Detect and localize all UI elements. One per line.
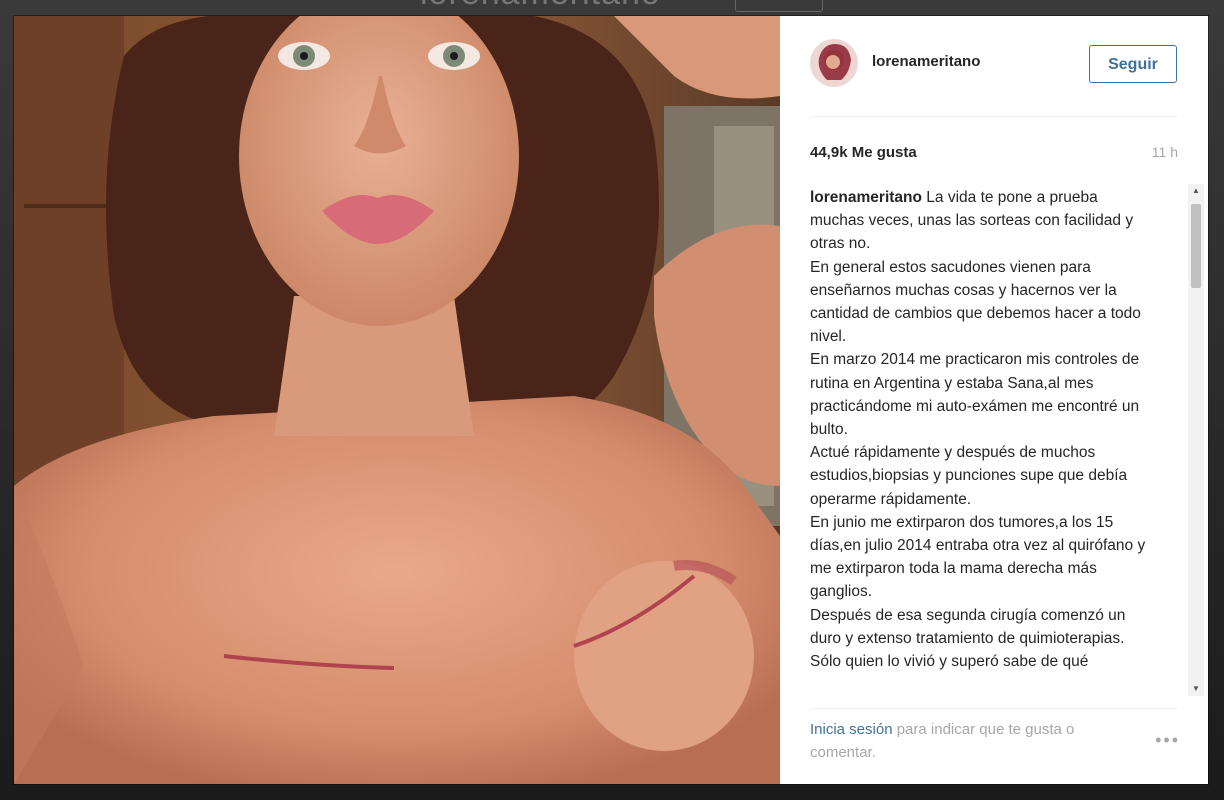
caption-line: Actué rápidamente y después de muchos es… [810,444,1128,508]
post-username[interactable]: lorenameritano [872,53,980,70]
post-header: lorenameritano Seguir [780,16,1208,112]
caption-line: lorenameritano La vida te pone a prueba … [810,186,1150,256]
background-button [735,0,823,12]
follow-button[interactable]: Seguir [1089,45,1177,83]
caption-scrollbar[interactable]: ▲ ▼ [1188,184,1204,696]
photo-image [14,16,780,784]
scroll-down-arrow-icon[interactable]: ▼ [1188,682,1204,696]
caption-text: lorenameritano La vida te pone a prueba … [810,186,1150,673]
more-options-icon[interactable]: ••• [1155,730,1180,751]
post-modal: lorenameritano Seguir 44,9k Me gusta 11 … [14,16,1208,784]
post-photo [14,16,780,784]
user-avatar[interactable] [810,39,858,87]
caption-line: En junio me extirparon dos tumores,a los… [810,513,1146,601]
login-link[interactable]: Inicia sesión [810,721,893,738]
caption-line: En general estos sacudones vienen para e… [810,258,1141,346]
footer-divider [810,708,1178,709]
login-prompt: Inicia sesión para indicar que te gusta … [810,718,1130,764]
scroll-up-arrow-icon[interactable]: ▲ [1188,184,1204,198]
caption-container[interactable]: lorenameritano La vida te pone a prueba … [810,186,1188,698]
likes-count[interactable]: 44,9k Me gusta [810,144,917,161]
caption-line: Después de esa segunda cirugía comenzó u… [810,606,1126,647]
caption-line: En marzo 2014 me practicaron mis control… [810,351,1140,439]
header-divider [810,116,1178,117]
caption-username[interactable]: lorenameritano [810,189,922,206]
avatar-image [811,40,857,86]
post-timestamp[interactable]: 11 h [1152,144,1178,160]
background-profile-title: lorenameritano [420,0,661,13]
scrollbar-thumb[interactable] [1191,204,1201,288]
post-sidebar: lorenameritano Seguir 44,9k Me gusta 11 … [780,16,1208,784]
caption-line: Sólo quien lo vivió y superó sabe de qué [810,653,1089,671]
